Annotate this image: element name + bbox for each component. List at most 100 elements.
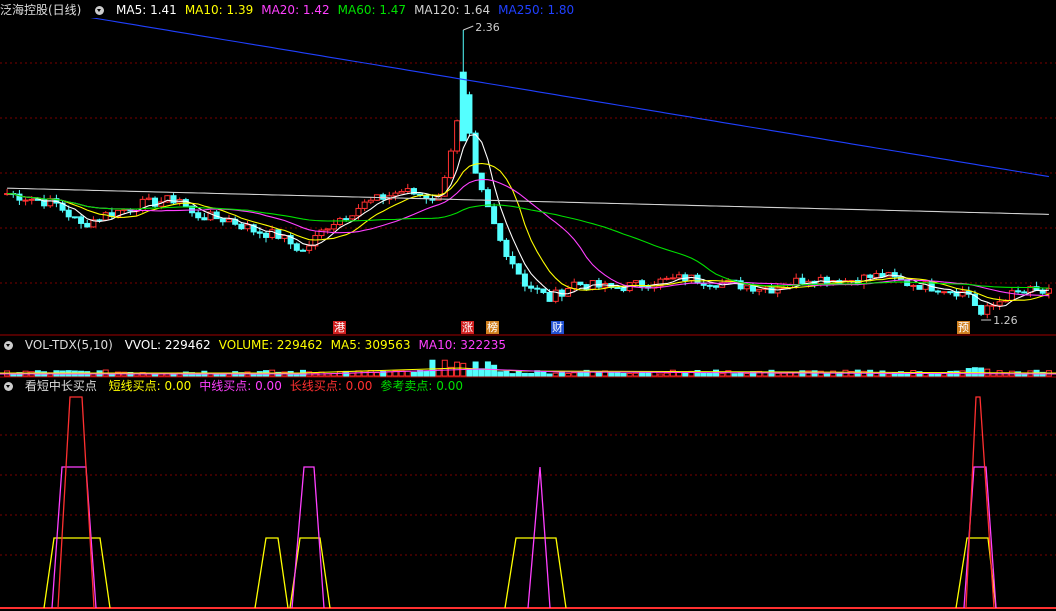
ma-label-5: MA250: 1.80: [498, 3, 575, 17]
candle-body: [454, 120, 461, 152]
volume-bar: [645, 372, 652, 377]
volume-bar: [565, 373, 572, 377]
candle-body: [28, 198, 35, 201]
volume-bar: [823, 373, 830, 377]
volume-bar: [743, 373, 750, 377]
candle-body: [447, 150, 454, 179]
candle-body: [361, 201, 368, 209]
candle-body: [546, 291, 553, 302]
dropdown-icon[interactable]: [95, 6, 105, 15]
candle-body: [571, 281, 578, 290]
candle-body: [540, 288, 547, 293]
candle-body: [910, 284, 917, 287]
candle-body: [947, 291, 954, 294]
candle-body: [324, 228, 331, 231]
event-badge[interactable]: 榜: [486, 321, 499, 334]
candle-body: [256, 231, 263, 234]
event-badge[interactable]: 港: [333, 321, 346, 334]
volume-bar: [497, 371, 504, 377]
candle-body: [823, 276, 830, 284]
volume-bar: [478, 368, 485, 377]
volume-bar: [614, 372, 621, 377]
dropdown-icon[interactable]: [4, 341, 13, 350]
candle-body: [244, 224, 251, 230]
event-badge[interactable]: 财: [551, 321, 564, 334]
ma-label-2: MA20: 1.42: [261, 3, 330, 17]
volume-bar: [552, 372, 559, 377]
candle-body: [528, 285, 535, 289]
candlestick-chart[interactable]: 2.36 1.26: [0, 18, 1056, 336]
candle-body: [916, 284, 923, 290]
candle-body: [614, 286, 621, 289]
volume-bar: [466, 368, 473, 377]
volume-bar: [312, 372, 319, 377]
volume-bar: [528, 372, 535, 377]
candle-body: [170, 195, 177, 204]
volume-bar: [731, 373, 738, 377]
volume-bar: [632, 372, 639, 377]
candle-body: [891, 272, 898, 278]
candle-body: [595, 280, 602, 288]
signal-title: 看短中长买点: [24, 379, 97, 393]
volume-bar: [571, 372, 578, 377]
ma-label-0: MA5: 1.41: [116, 3, 177, 17]
candle-body: [577, 281, 584, 286]
candle-body: [195, 212, 202, 219]
candle-body: [1015, 290, 1022, 293]
candle-body: [226, 218, 233, 223]
volume-bar: [706, 372, 713, 377]
ma250-line: [90, 18, 1049, 178]
event-badge[interactable]: 涨: [461, 321, 474, 334]
main-header: 泛海控股(日线) MA5: 1.41 MA10: 1.39 MA20: 1.42 MA…: [0, 2, 590, 18]
candle-body: [398, 190, 405, 194]
candle-body: [867, 274, 874, 278]
dropdown-icon[interactable]: [4, 382, 13, 391]
volume-bar: [639, 371, 646, 377]
candle-body: [201, 217, 208, 221]
candle-body: [1045, 288, 1052, 294]
candle-body: [1021, 291, 1028, 294]
candle-body: [676, 274, 683, 279]
candle-body: [497, 223, 504, 241]
volume-bar: [515, 370, 522, 377]
ma-label-4: MA120: 1.64: [414, 3, 491, 17]
candle-body: [404, 188, 411, 192]
volume-bar: [454, 361, 461, 377]
candle-body: [84, 222, 91, 228]
sig-label-0: 短线买点: 0.00: [108, 379, 192, 393]
candle-body: [1008, 290, 1015, 301]
vol-label-1: VOLUME: 229462: [218, 338, 323, 352]
candle-body: [102, 212, 109, 221]
candle-body: [934, 290, 941, 293]
candle-body: [663, 277, 670, 280]
candle-body: [330, 223, 337, 230]
long-signal: [965, 396, 995, 609]
event-badge[interactable]: 预: [957, 321, 970, 334]
high-marker: [463, 25, 474, 31]
high-price-label: 2.36: [475, 21, 500, 34]
volume-title: VOL-TDX(5,10): [24, 338, 113, 352]
candle-body: [238, 223, 245, 230]
candle-body: [743, 285, 750, 290]
short-signal: [289, 537, 331, 609]
volume-chart[interactable]: [0, 354, 1056, 378]
candle-body: [22, 199, 29, 202]
candle-body: [349, 215, 356, 220]
candle-body: [47, 198, 54, 207]
candle-body: [466, 94, 473, 134]
signal-chart[interactable]: [0, 395, 1056, 611]
candle-body: [750, 285, 757, 292]
candle-body: [984, 305, 991, 315]
volume-bar: [626, 373, 633, 377]
volume-bar: [373, 372, 380, 377]
volume-bar: [780, 372, 787, 377]
candle-body: [873, 273, 880, 278]
volume-bar: [971, 367, 978, 377]
candle-body: [491, 206, 498, 225]
volume-bar: [546, 373, 553, 377]
candle-body: [713, 285, 720, 288]
short-signal: [504, 537, 567, 609]
volume-bar: [885, 373, 892, 377]
candle-body: [472, 132, 479, 174]
ma-legend: MA5: 1.41 MA10: 1.39 MA20: 1.42 MA60: 1.47 M…: [116, 3, 582, 17]
